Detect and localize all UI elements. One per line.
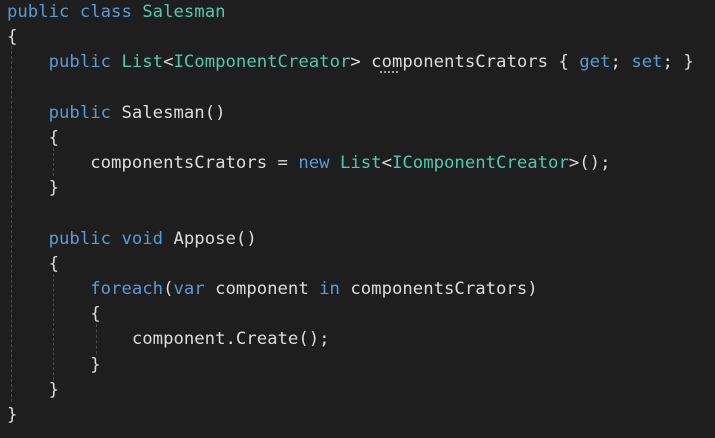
code-text[interactable]: public class Salesman{ public List<IComp… [7,0,694,428]
code-line: public List<IComponentCreator> component… [7,50,694,75]
text-token: ; [610,52,632,73]
text-token: } [7,354,101,375]
text-token: Salesman() [111,102,226,123]
keyword-token: public [7,2,70,22]
type-token: IComponentCreator [173,52,351,73]
code-line: component.Create(); [7,327,694,352]
text-token: } [7,379,60,400]
keyword-token: void [121,228,164,249]
text-token: ( [163,279,174,300]
text-token: component.Create(); [7,329,330,350]
code-line: } [7,378,694,403]
code-line: } [7,353,694,378]
keyword-token: new [298,153,330,174]
text-token: } [7,178,60,199]
text-token: componentsCrators = [7,153,299,174]
keyword-token: public [48,228,112,249]
keyword-token: in [319,279,340,300]
text-token: < [381,153,392,174]
code-line: { [7,126,694,151]
code-line: { [7,252,694,277]
code-line: public class Salesman [7,0,694,25]
keyword-token: foreach [90,279,164,300]
code-line: public Salesman() [7,101,694,126]
text-token: componentsCrators) [339,279,538,300]
keyword-token: set [631,52,663,73]
text-token: ; } [662,52,694,73]
code-line: componentsCrators = new List<IComponentC… [7,151,694,176]
text-token: { [7,253,60,274]
text-token: < [163,52,174,73]
type-token: List [339,153,382,174]
text-token: component [204,279,320,300]
code-line: { [7,302,694,327]
text-token: >(); [568,153,611,174]
keyword-token: public [48,102,112,123]
type-token: IComponentCreator [391,153,569,174]
keyword-token: class [79,2,132,22]
keyword-token: public [48,52,112,73]
text-token: } [7,405,18,425]
text-token: > componentsCrators { [350,52,580,73]
text-token: Appose() [163,228,257,249]
keyword-token: var [173,279,205,300]
code-line: } [7,176,694,201]
code-line: { [7,25,694,50]
text-token: { [7,27,18,48]
keyword-token: get [579,52,611,73]
type-token: List [121,52,164,73]
text-token: { [7,304,101,325]
text-token: { [7,127,60,148]
code-line: public void Appose() [7,227,694,252]
code-line: } [7,403,694,428]
code-editor[interactable]: public class Salesman{ public List<IComp… [0,0,715,438]
code-line: foreach(var component in componentsCrato… [7,277,694,302]
type-token: Salesman [142,2,226,22]
